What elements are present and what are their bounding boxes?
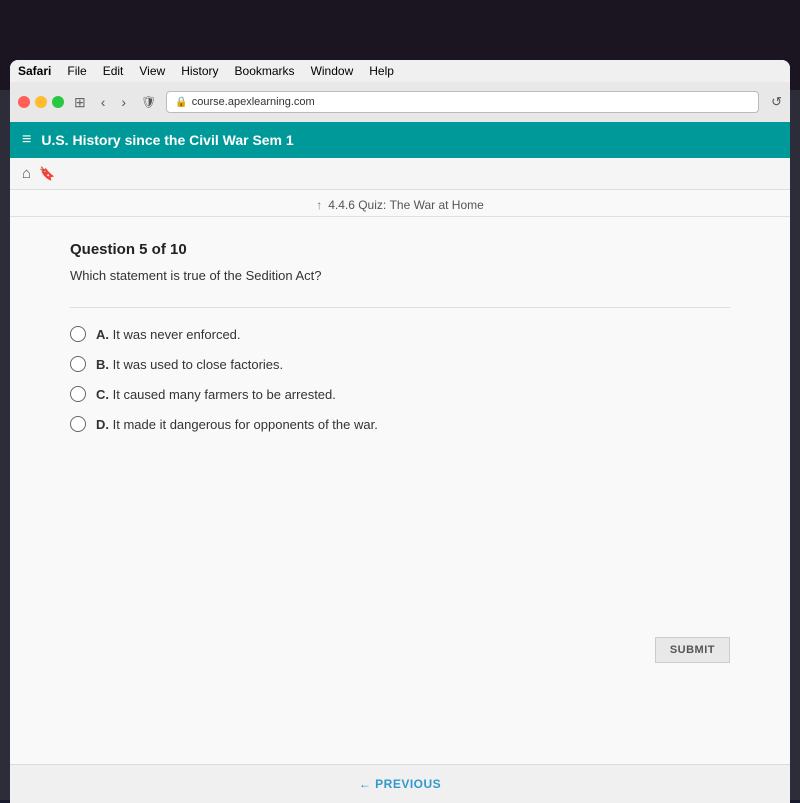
option-a[interactable]: A. It was never enforced. <box>70 326 730 342</box>
breadcrumb-arrow-icon: ↑ <box>316 198 322 212</box>
option-a-letter: A. <box>96 327 109 342</box>
radio-a[interactable] <box>70 326 86 342</box>
option-b-letter: B. <box>96 357 109 372</box>
option-b-label: B. It was used to close factories. <box>96 357 283 372</box>
shield-icon: 🛡 <box>141 95 156 109</box>
refresh-button[interactable]: ↺ <box>771 94 782 110</box>
laptop-frame: Safari File Edit View History Bookmarks … <box>10 60 790 800</box>
address-bar[interactable]: 🔒 course.apexlearning.com <box>166 91 759 113</box>
course-header: ≡ U.S. History since the Civil War Sem 1 <box>10 122 790 158</box>
option-d-label: D. It made it dangerous for opponents of… <box>96 417 378 432</box>
option-c-label: C. It caused many farmers to be arrested… <box>96 387 336 402</box>
help-menu[interactable]: Help <box>369 64 394 78</box>
submit-area: SUBMIT <box>10 617 790 673</box>
divider <box>70 307 730 308</box>
quiz-breadcrumb: ↑ 4.4.6 Quiz: The War at Home <box>10 190 790 217</box>
edit-menu[interactable]: Edit <box>103 64 124 78</box>
option-d-letter: D. <box>96 417 109 432</box>
home-icon[interactable]: ⌂ <box>22 165 31 182</box>
lock-icon: 🔒 <box>175 97 187 108</box>
quiz-name: The War at Home <box>390 198 484 212</box>
bookmarks-menu[interactable]: Bookmarks <box>235 64 295 78</box>
main-content: Question 5 of 10 Which statement is true… <box>10 217 790 617</box>
hamburger-icon[interactable]: ≡ <box>22 131 31 149</box>
question-header: Question 5 of 10 <box>70 241 730 258</box>
file-menu[interactable]: File <box>67 64 86 78</box>
traffic-lights <box>18 96 64 108</box>
option-b[interactable]: B. It was used to close factories. <box>70 356 730 372</box>
screen-wrapper: Safari File Edit View History Bookmarks … <box>0 0 800 800</box>
submit-button[interactable]: SUBMIT <box>655 637 730 663</box>
previous-button[interactable]: ← PREVIOUS <box>359 777 441 791</box>
radio-b[interactable] <box>70 356 86 372</box>
sidebar-toggle-button[interactable]: ⊞ <box>70 92 90 113</box>
minimize-window-button[interactable] <box>35 96 47 108</box>
bookmark-icon[interactable]: 🔖 <box>39 166 55 182</box>
back-button[interactable]: ‹ <box>96 92 111 112</box>
prev-nav: ← PREVIOUS <box>10 764 790 803</box>
history-menu[interactable]: History <box>181 64 218 78</box>
option-d[interactable]: D. It made it dangerous for opponents of… <box>70 416 730 432</box>
course-title: U.S. History since the Civil War Sem 1 <box>41 132 293 148</box>
mac-menubar: Safari File Edit View History Bookmarks … <box>10 60 790 82</box>
close-window-button[interactable] <box>18 96 30 108</box>
window-menu[interactable]: Window <box>311 64 354 78</box>
browser-toolbar: ⊞ ‹ › 🛡 🔒 course.apexlearning.com ↺ <box>18 88 782 116</box>
url-text: course.apexlearning.com <box>192 96 315 108</box>
forward-button[interactable]: › <box>116 92 131 112</box>
radio-d[interactable] <box>70 416 86 432</box>
view-menu[interactable]: View <box>139 64 165 78</box>
option-c-letter: C. <box>96 387 109 402</box>
question-text: Which statement is true of the Sedition … <box>70 268 730 283</box>
quiz-label: 4.4.6 Quiz: <box>328 198 386 212</box>
second-toolbar: ⌂ 🔖 <box>10 158 790 190</box>
option-a-label: A. It was never enforced. <box>96 327 241 342</box>
browser-content: ↑ 4.4.6 Quiz: The War at Home Question 5… <box>10 190 790 803</box>
answer-options: A. It was never enforced. B. It was used… <box>70 326 730 432</box>
radio-c[interactable] <box>70 386 86 402</box>
option-c[interactable]: C. It caused many farmers to be arrested… <box>70 386 730 402</box>
maximize-window-button[interactable] <box>52 96 64 108</box>
browser-chrome: ⊞ ‹ › 🛡 🔒 course.apexlearning.com ↺ <box>10 82 790 122</box>
safari-menu[interactable]: Safari <box>18 64 51 78</box>
